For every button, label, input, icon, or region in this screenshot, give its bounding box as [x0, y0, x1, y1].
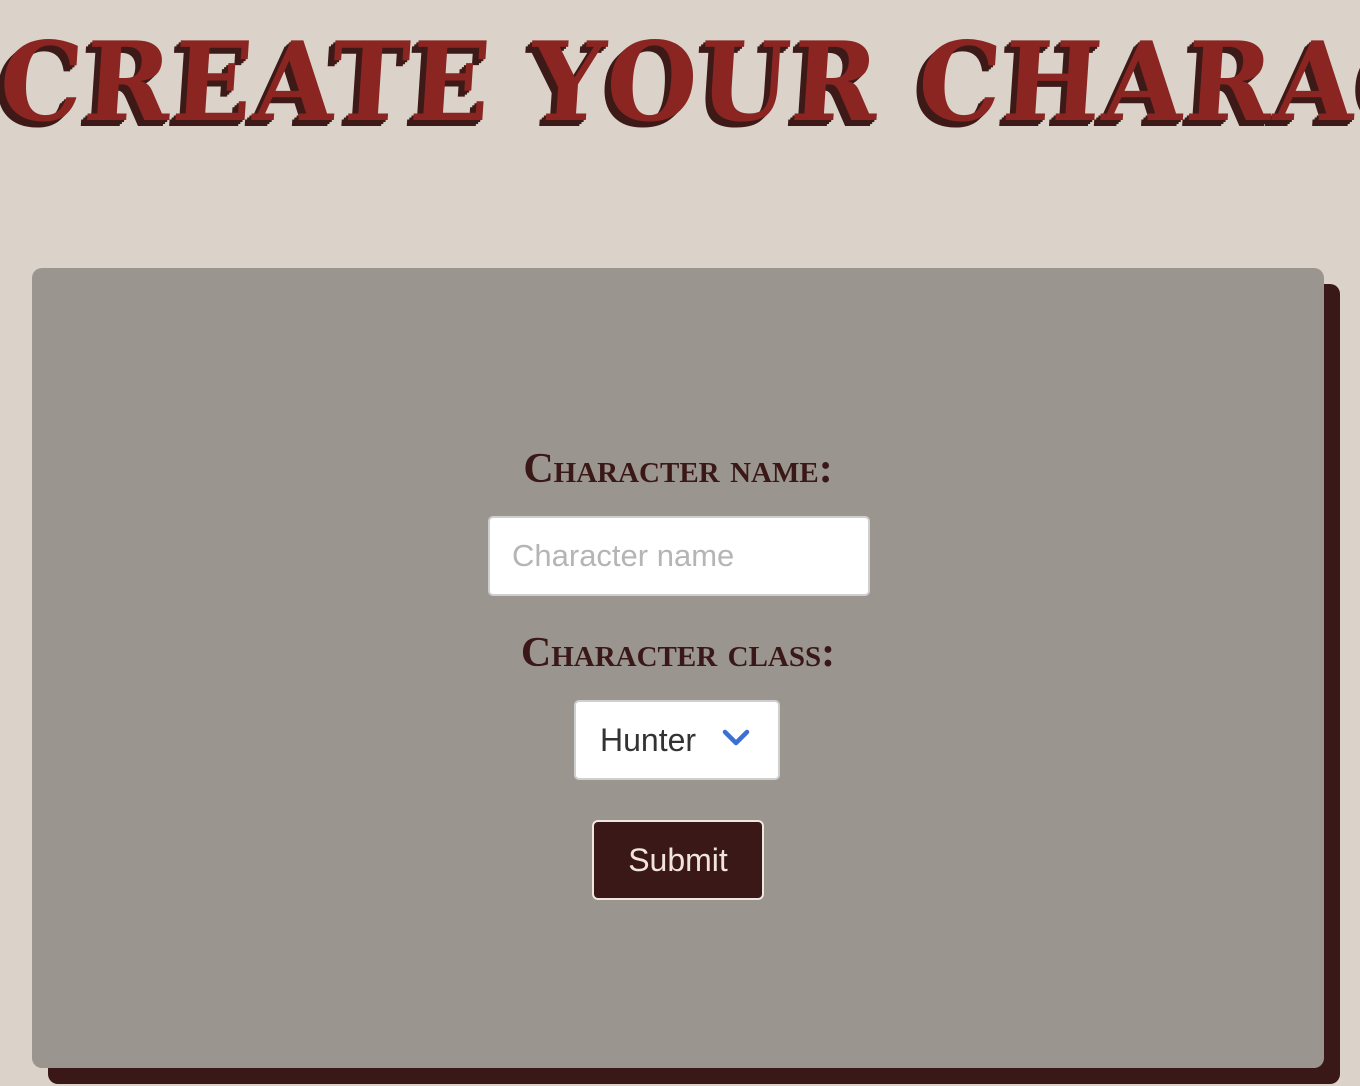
character-class-select[interactable]: Hunter	[574, 700, 780, 780]
page-title: Create Your Character	[0, 16, 1360, 147]
character-class-selected-value: Hunter	[600, 722, 697, 758]
character-name-input[interactable]	[488, 516, 870, 596]
character-form-card: Character name: Character class: Hunter …	[32, 268, 1324, 1068]
character-name-label: Character name:	[523, 446, 833, 492]
chevron-down-icon	[722, 729, 750, 746]
submit-button[interactable]: Submit	[592, 820, 764, 900]
character-class-label: Character class:	[520, 630, 836, 676]
